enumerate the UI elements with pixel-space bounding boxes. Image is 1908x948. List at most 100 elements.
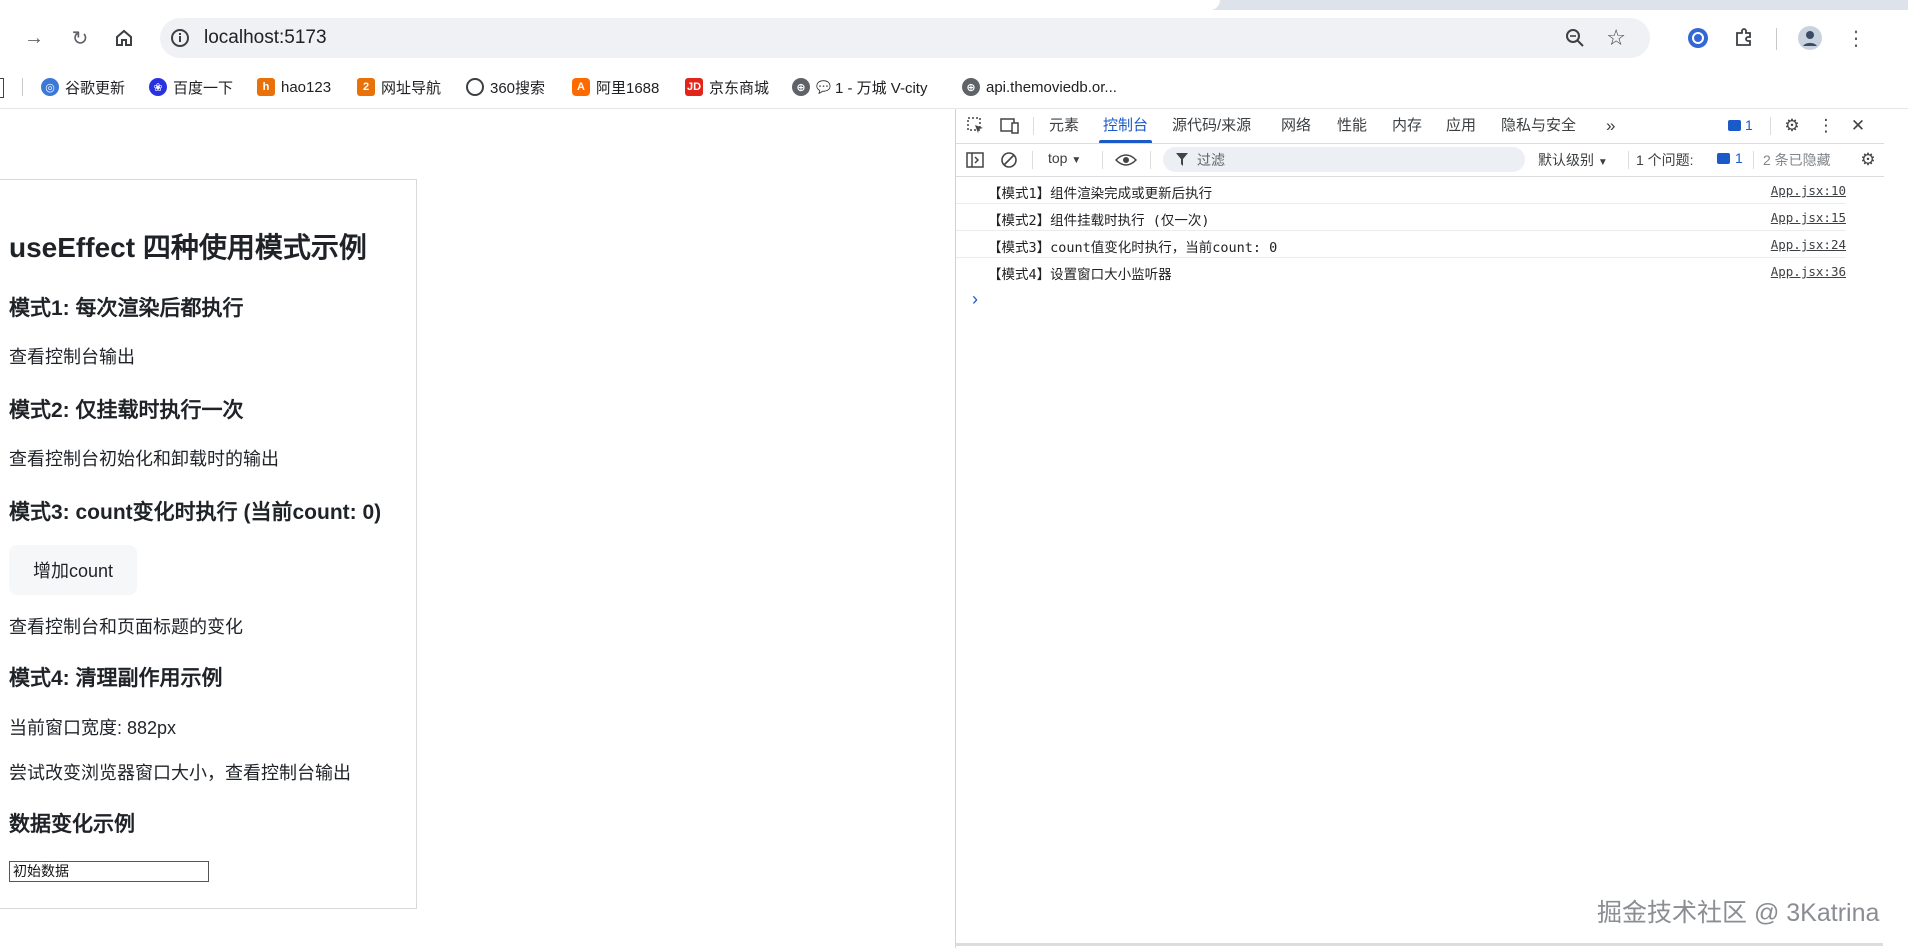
more-tabs-icon[interactable]: » [1606,109,1615,143]
console-message-text: 【模式4】设置窗口大小监听器 [988,267,1172,283]
close-devtools-icon[interactable]: ✕ [1846,114,1870,138]
mode4-heading: 模式4: 清理副作用示例 [9,667,223,690]
console-settings-gear-icon[interactable]: ⚙ [1856,148,1880,172]
devtools-menu-icon[interactable]: ⋮ [1814,114,1838,138]
tab-privacy-security[interactable]: 隐私与安全 [1501,109,1576,143]
forward-icon[interactable]: → [16,20,52,56]
site-info-icon[interactable] [170,28,190,48]
mode3-heading: 模式3: count变化时执行 (当前count: 0) [9,501,382,524]
window-width-text: 当前窗口宽度: 882px [9,718,177,738]
tab-memory[interactable]: 内存 [1392,109,1422,143]
clear-console-icon[interactable] [997,148,1021,172]
extension-logo-icon[interactable] [1680,20,1716,56]
issues-badge-count: 1 [1745,117,1753,133]
dropdown-arrow-icon: ▼ [1071,155,1082,166]
bookmark-item[interactable]: ❀ 百度一下 [149,76,233,98]
data-heading: 数据变化示例 [9,813,135,836]
1688-icon: A [572,78,590,96]
issues-badge[interactable]: 1 [1728,117,1753,133]
source-link[interactable]: App.jsx:24 [1771,237,1846,252]
tab-application[interactable]: 应用 [1446,109,1476,143]
bookmark-item[interactable]: 2 网址导航 [357,76,441,98]
bookmark-item[interactable]: ⊕ api.themoviedb.or... [962,76,1117,98]
increment-count-button[interactable]: 增加count [9,545,137,595]
mode1-heading: 模式1: 每次渲染后都执行 [9,297,244,320]
source-link[interactable]: App.jsx:15 [1771,210,1846,225]
console-message-text: 【模式2】组件挂载时执行 (仅一次) [988,213,1210,229]
tab-elements[interactable]: 元素 [1049,109,1079,143]
bookmark-label: 1 - 万城 V-city [834,79,928,97]
address-bar[interactable]: localhost:5173 ☆ [160,18,1650,58]
tab-divider [1770,117,1771,135]
bookmark-label: 360搜索 [490,79,546,97]
url-text[interactable]: localhost:5173 [204,27,327,49]
console-message-text: 【模式3】count值变化时执行，当前count: 0 [988,240,1278,256]
issues-counter[interactable]: 1 [1717,150,1743,166]
issues-label: 1 个问题: [1636,152,1694,168]
console-message: 【模式2】组件挂载时执行 (仅一次) App.jsx:15 [956,204,1846,231]
toolbar-divider [1776,28,1777,50]
apps-icon[interactable] [0,78,4,98]
tab-divider [1033,117,1034,135]
sidebar-toggle-icon[interactable] [963,148,987,172]
source-link[interactable]: App.jsx:36 [1771,264,1846,279]
bookmark-item[interactable]: A 阿里1688 [572,76,659,98]
comment-icon: 💬 [816,80,831,94]
log-level-select[interactable]: 默认级别 ▼ [1538,150,1608,170]
message-icon [1717,152,1730,164]
dropdown-arrow-icon: ▼ [1597,157,1608,168]
hidden-count: 2 条已隐藏 [1763,152,1831,168]
bookmark-label: 百度一下 [173,79,234,97]
reload-icon[interactable]: ↻ [62,20,98,56]
device-toolbar-icon[interactable] [998,114,1022,138]
log-level-label: 默认级别 [1538,152,1594,168]
page-viewport: useEffect 四种使用模式示例 模式1: 每次渲染后都执行 查看控制台输出… [0,109,955,948]
issues-count: 1 [1735,150,1743,166]
bar-divider [1628,151,1629,169]
inspect-element-icon[interactable] [964,114,988,138]
mode1-text: 查看控制台输出 [9,347,135,367]
tab-network[interactable]: 网络 [1281,109,1311,143]
bookmarks-bar: ◎ 谷歌更新 ❀ 百度一下 h hao123 2 网址导航 360搜索 A 阿里1688 … [0,66,1908,109]
source-link[interactable]: App.jsx:10 [1771,183,1846,198]
home-icon[interactable] [106,20,142,56]
2345-icon: 2 [357,78,375,96]
app-card: useEffect 四种使用模式示例 模式1: 每次渲染后都执行 查看控制台输出… [0,179,417,909]
bookmark-item[interactable]: 360搜索 [466,76,545,98]
bookmark-item[interactable]: ⊕ 💬 1 - 万城 V-city [792,76,927,98]
context-label: top [1048,150,1068,166]
data-input[interactable]: 初始数据 [9,861,209,882]
mode4-text: 尝试改变浏览器窗口大小，查看控制台输出 [9,763,351,783]
console-message-text: 【模式1】组件渲染完成或更新后执行 [988,186,1213,202]
console-toolbar: top ▼ 过滤 默认级别 ▼ 1 个问题: 1 2 条已隐藏 ⚙ [956,144,1884,177]
baidu-paw-icon: ❀ [149,78,167,96]
live-expression-eye-icon[interactable] [1114,148,1138,172]
bookmark-item[interactable]: ◎ 谷歌更新 [41,76,125,98]
console-message: 【模式4】设置窗口大小监听器 App.jsx:36 [956,258,1846,284]
console-message: 【模式3】count值变化时执行，当前count: 0 App.jsx:24 [956,231,1846,258]
active-tab[interactable] [0,0,1220,10]
tab-performance[interactable]: 性能 [1337,109,1367,143]
bookmark-label: api.themoviedb.or... [986,78,1117,96]
tab-console[interactable]: 控制台 [1098,109,1153,143]
console-prompt-chevron-icon[interactable]: › [972,289,978,310]
extensions-puzzle-icon[interactable] [1726,20,1762,56]
bookmark-item[interactable]: h hao123 [257,76,331,98]
bookmark-star-icon[interactable]: ☆ [1606,25,1626,51]
chrome-icon: ◎ [41,78,59,96]
browser-toolbar: → ↻ localhost:5173 ☆ ⋮ [0,10,1908,66]
tab-sources[interactable]: 源代码/来源 [1172,109,1251,143]
mode2-text: 查看控制台初始化和卸载时的输出 [9,449,279,469]
filter-placeholder: 过滤 [1197,152,1225,168]
devtools-tab-bar: 元素 控制台 源代码/来源 网络 性能 内存 应用 隐私与安全 » 1 ⚙ ⋮ … [956,109,1884,144]
hao123-icon: h [257,78,275,96]
profile-avatar[interactable] [1792,20,1828,56]
browser-menu-icon[interactable]: ⋮ [1838,20,1874,56]
settings-gear-icon[interactable]: ⚙ [1780,114,1804,138]
context-select[interactable]: top ▼ [1048,150,1081,166]
console-filter-input[interactable]: 过滤 [1163,147,1525,172]
jd-icon: JD [685,78,703,96]
bar-divider [1150,151,1151,169]
bookmark-item[interactable]: JD 京东商城 [685,76,769,98]
zoom-icon[interactable] [1564,27,1586,49]
